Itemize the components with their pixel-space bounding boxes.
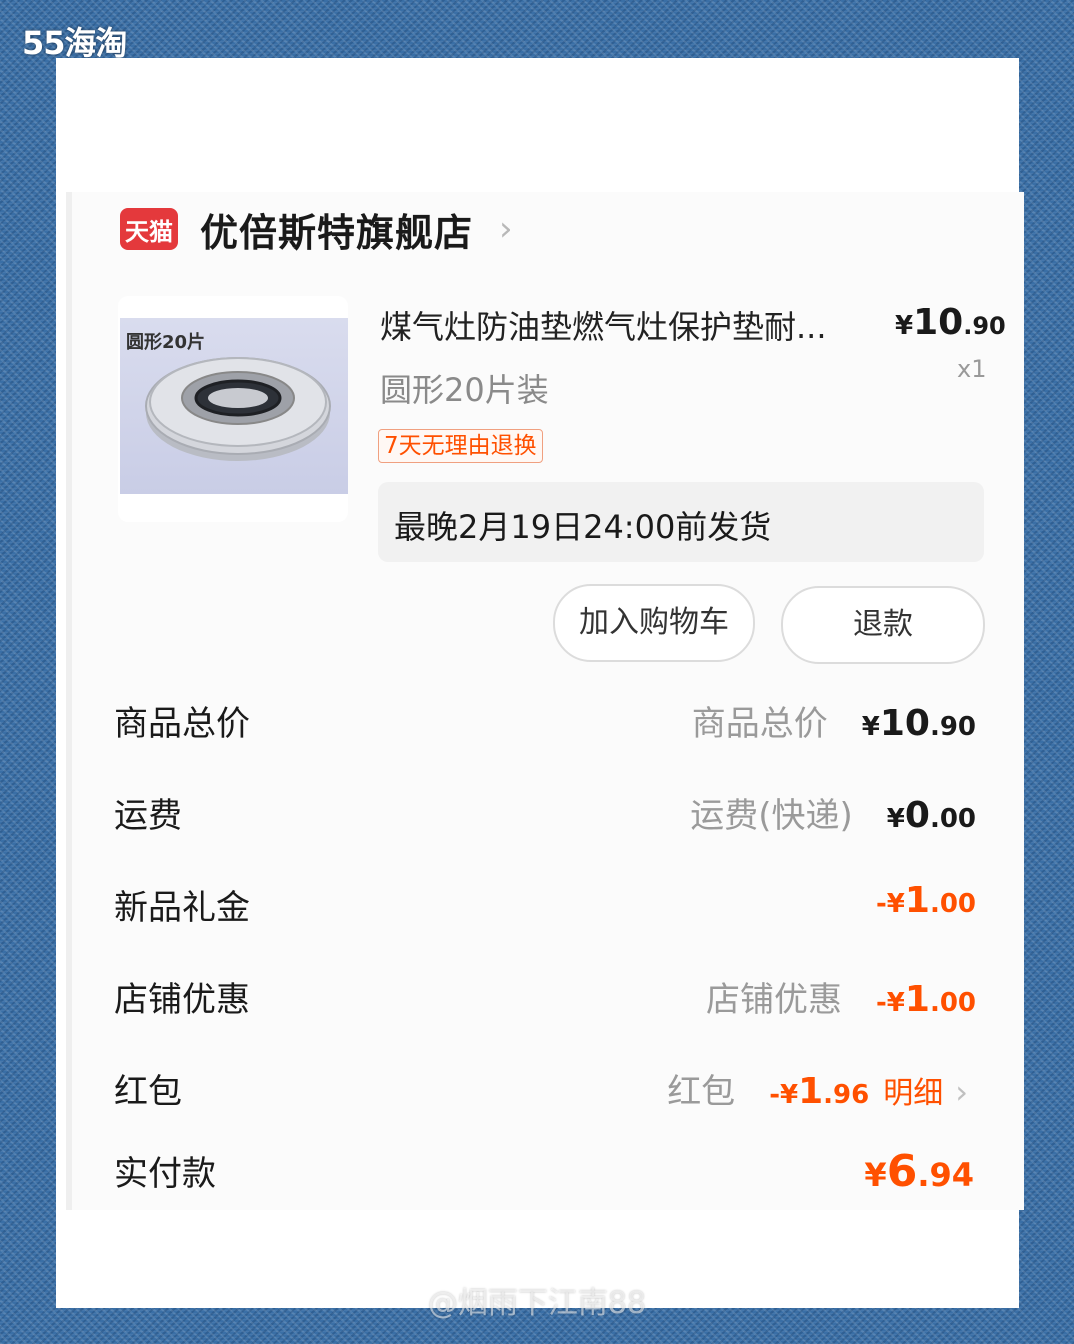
shipping-deadline: 最晚2月19日24:00前发货 bbox=[394, 508, 772, 546]
amount-paid-value: ¥6.94 bbox=[864, 1146, 974, 1197]
store-row[interactable]: 天猫 优倍斯特旗舰店 › bbox=[120, 205, 513, 255]
store-discount-label: 店铺优惠 bbox=[114, 980, 250, 1020]
goods-total-row: 商品总价 商品总价 ¥10.90 bbox=[114, 696, 976, 746]
red-packet-row[interactable]: 红包 红包 -¥1.96 明细 › bbox=[114, 1064, 968, 1114]
price-currency: ¥ bbox=[895, 311, 914, 341]
product-photo: 圆形20片 bbox=[120, 318, 348, 494]
gift-label: 新品礼金 bbox=[114, 888, 250, 928]
red-packet-label: 红包 bbox=[114, 1072, 182, 1112]
shipping-fee-sublabel: 运费(快递) bbox=[690, 796, 853, 836]
product-price: ¥10.90 bbox=[895, 302, 1006, 343]
product-variant: 圆形20片装 bbox=[380, 371, 549, 409]
red-packet-sublabel: 红包 bbox=[667, 1072, 736, 1112]
product-image-label: 圆形20片 bbox=[126, 332, 206, 353]
return-policy-badge: 7天无理由退换 bbox=[378, 429, 543, 463]
product-quantity: x1 bbox=[957, 355, 987, 383]
red-packet-detail-link[interactable]: 明细 bbox=[883, 1068, 943, 1112]
goods-total-amount: ¥10.90 bbox=[861, 703, 976, 744]
product-image[interactable]: 圆形20片 bbox=[118, 296, 348, 522]
goods-total-sublabel: 商品总价 bbox=[691, 704, 828, 744]
chevron-right-icon[interactable]: › bbox=[955, 1073, 968, 1111]
red-packet-amount: -¥1.96 bbox=[769, 1071, 870, 1112]
store-discount-row: 店铺优惠 店铺优惠 -¥1.00 bbox=[114, 972, 976, 1022]
shipping-fee-row: 运费 运费(快递) ¥0.00 bbox=[114, 788, 976, 838]
store-discount-sublabel: 店铺优惠 bbox=[705, 980, 842, 1020]
product-title[interactable]: 煤气灶防油垫燃气灶保护垫耐... bbox=[380, 302, 827, 348]
watermark-bottom: @烟雨下江南88 bbox=[427, 1286, 647, 1321]
refund-button[interactable]: 退款 bbox=[781, 586, 985, 664]
new-product-gift-row: 新品礼金 -¥1.00 bbox=[114, 880, 976, 930]
add-to-cart-button[interactable]: 加入购物车 bbox=[553, 584, 755, 662]
shipping-fee-amount: ¥0.00 bbox=[886, 795, 976, 836]
price-decimal: .90 bbox=[963, 312, 1006, 340]
goods-total-label: 商品总价 bbox=[114, 704, 250, 744]
gift-amount: -¥1.00 bbox=[875, 880, 976, 921]
price-integer: 10 bbox=[913, 302, 964, 343]
chevron-right-icon[interactable]: › bbox=[499, 209, 513, 249]
store-name[interactable]: 优倍斯特旗舰店 bbox=[200, 202, 473, 257]
store-discount-amount: -¥1.00 bbox=[875, 979, 976, 1020]
shipping-fee-label: 运费 bbox=[114, 796, 182, 836]
tmall-logo-icon: 天猫 bbox=[120, 208, 178, 250]
amount-paid-row: 实付款 ¥6.94 bbox=[114, 1146, 974, 1197]
amount-paid-label: 实付款 bbox=[114, 1154, 216, 1194]
shipping-info-box: 最晚2月19日24:00前发货 bbox=[378, 482, 984, 562]
